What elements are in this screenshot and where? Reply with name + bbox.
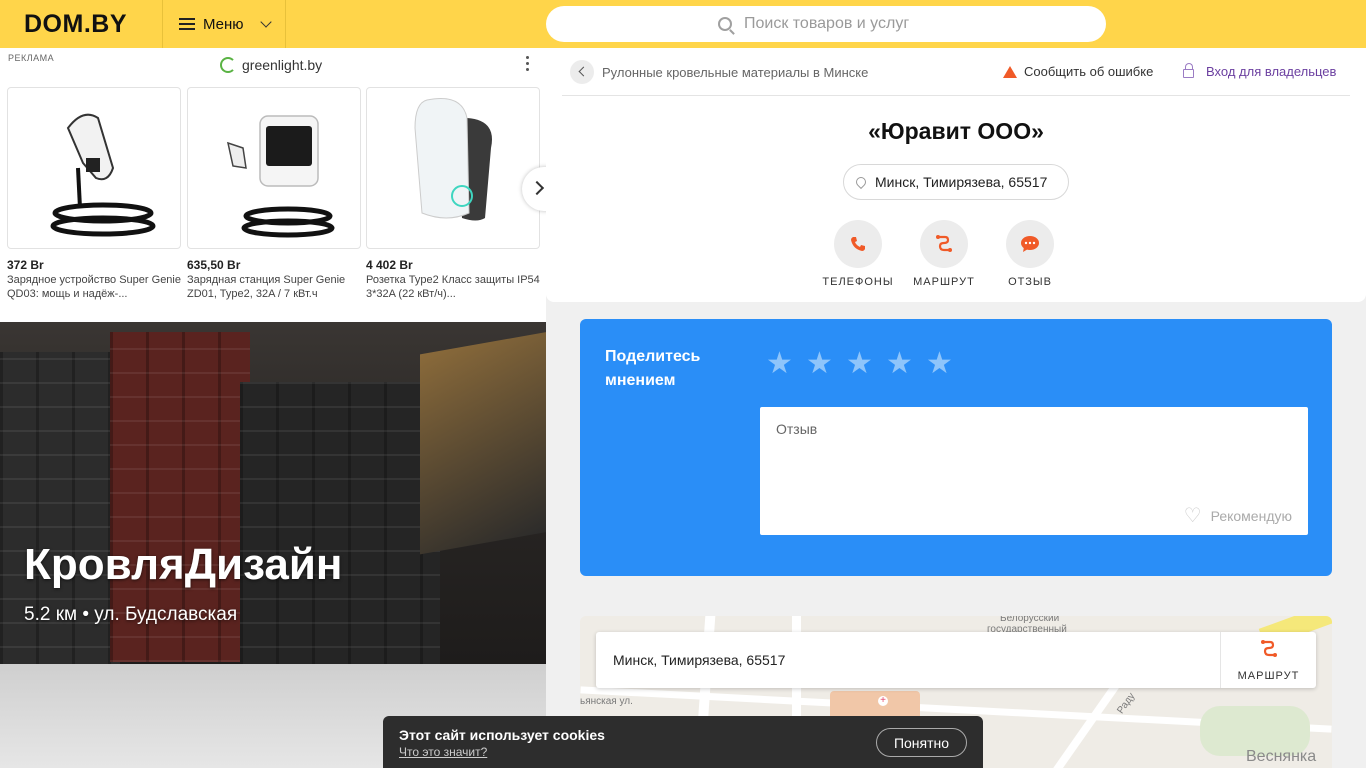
breadcrumb[interactable]: Рулонные кровельные материалы в Минске: [602, 65, 868, 80]
recommend-toggle[interactable]: ♡ Рекомендую: [1183, 505, 1292, 527]
burger-icon: [179, 18, 195, 30]
company-card: Рулонные кровельные материалы в Минске С…: [546, 48, 1366, 302]
review-form: Поделитесь мнением ★ ★ ★ ★ ★ ♡ Рекоменду…: [580, 319, 1332, 576]
ad-brand-name: greenlight.by: [242, 57, 323, 73]
map-label: ьянская ул.: [580, 696, 633, 707]
lock-icon: [1183, 63, 1194, 78]
phone-icon: [834, 220, 882, 268]
ad-price: 635,50 Br: [187, 258, 241, 272]
window-frame-image: [420, 329, 546, 555]
more-options-icon[interactable]: [526, 56, 530, 74]
star-icon[interactable]: ★: [766, 349, 793, 379]
map-label: Раду: [1115, 691, 1138, 716]
divider: [562, 95, 1350, 96]
star-icon[interactable]: ★: [886, 349, 913, 379]
site-logo[interactable]: DOM.BY: [24, 10, 127, 39]
report-error-link[interactable]: Сообщить об ошибке: [1003, 64, 1153, 79]
company-name: «Юравит ООО»: [868, 118, 1044, 144]
owner-login-link[interactable]: Вход для владельцев: [1183, 63, 1337, 79]
map-pin-icon: [853, 174, 869, 190]
route-action[interactable]: МАРШРУТ: [904, 220, 984, 288]
cookie-info-link[interactable]: Что это значит?: [399, 745, 487, 759]
heart-icon: ♡: [1183, 505, 1202, 527]
phones-action[interactable]: ТЕЛЕФОНЫ: [818, 220, 898, 288]
medical-icon: +: [878, 696, 888, 706]
ad-card[interactable]: 4 402 Br Розетка Type2 Класс защиты IP54…: [366, 87, 540, 301]
map-address-bar: Минск, Тимирязева, 65517 МАРШРУТ: [596, 632, 1316, 688]
report-error-label: Сообщить об ошибке: [1024, 64, 1154, 79]
review-title: Поделитесь мнением: [605, 348, 701, 389]
promo-banner[interactable]: КровляДизайн 5.2 км • ул. Будславская: [0, 322, 546, 664]
map-label: Веснянка: [1246, 748, 1317, 765]
star-icon[interactable]: ★: [846, 349, 873, 379]
map-address: Минск, Тимирязева, 65517: [613, 652, 786, 668]
review-action[interactable]: ОТЗЫВ: [990, 220, 1070, 288]
cookie-banner: Этот сайт использует cookies Что это зна…: [383, 716, 983, 768]
menu-button[interactable]: Меню: [162, 0, 286, 48]
search-icon: [718, 17, 732, 31]
star-icon[interactable]: ★: [926, 349, 953, 379]
action-label: ТЕЛЕФОНЫ: [822, 276, 894, 288]
ad-brand[interactable]: greenlight.by: [220, 57, 322, 73]
ad-price: 4 402 Br: [366, 258, 413, 272]
route-icon: [920, 220, 968, 268]
product-image: [187, 87, 361, 249]
map-label: Белорусский: [1000, 616, 1060, 624]
back-button[interactable]: [570, 60, 594, 84]
ad-card[interactable]: 372 Br Зарядное устройство Super Genie Q…: [7, 87, 181, 301]
ad-title: Розетка Type2 Класс защиты IP54 3*32A (2…: [366, 274, 540, 300]
search-bar[interactable]: [546, 6, 1106, 42]
action-label: ОТЗЫВ: [1008, 276, 1052, 288]
ad-title: Зарядная станция Super Genie ZD01, Type2…: [187, 274, 346, 300]
warning-icon: [1003, 65, 1017, 78]
map-road: [1049, 683, 1119, 768]
chat-icon: [1006, 220, 1054, 268]
greenlight-logo-icon: [220, 57, 236, 73]
search-input[interactable]: [744, 15, 934, 33]
ad-price: 372 Br: [7, 258, 44, 272]
address-text: Минск, Тимирязева, 65517: [875, 174, 1048, 190]
chevron-down-icon: [259, 16, 272, 28]
star-icon[interactable]: ★: [806, 349, 833, 379]
owner-login-label: Вход для владельцев: [1206, 64, 1337, 79]
site-header: DOM.BY Меню: [0, 0, 1366, 48]
map-route-button[interactable]: МАРШРУТ: [1220, 632, 1316, 688]
review-box: ♡ Рекомендую: [760, 407, 1308, 535]
action-label: МАРШРУТ: [913, 276, 975, 288]
recommend-label: Рекомендую: [1210, 508, 1292, 524]
promo-subtitle: 5.2 км • ул. Будславская: [24, 604, 238, 625]
cookie-text: Этот сайт использует cookies: [399, 727, 605, 743]
ad-card[interactable]: 635,50 Br Зарядная станция Super Genie Z…: [187, 87, 361, 301]
menu-label: Меню: [203, 15, 244, 33]
ad-block: РЕКЛАМА greenlight.by 372 Br Зарядное ус…: [0, 48, 556, 322]
ad-label: РЕКЛАМА: [8, 53, 55, 63]
roof-tile-image: [240, 382, 440, 664]
ad-title: Зарядное устройство Super Genie QD03: мо…: [7, 274, 181, 300]
product-image: [366, 87, 540, 249]
route-icon: [1260, 640, 1277, 657]
star-rating[interactable]: ★ ★ ★ ★ ★: [766, 349, 953, 379]
address-pill[interactable]: Минск, Тимирязева, 65517: [843, 164, 1069, 200]
map-route-label: МАРШРУТ: [1237, 670, 1300, 682]
product-image: [7, 87, 181, 249]
promo-title: КровляДизайн: [24, 540, 343, 589]
chevron-right-icon: [529, 180, 545, 196]
chevron-left-icon: [578, 66, 589, 77]
cookie-accept-button[interactable]: Понятно: [876, 728, 967, 757]
